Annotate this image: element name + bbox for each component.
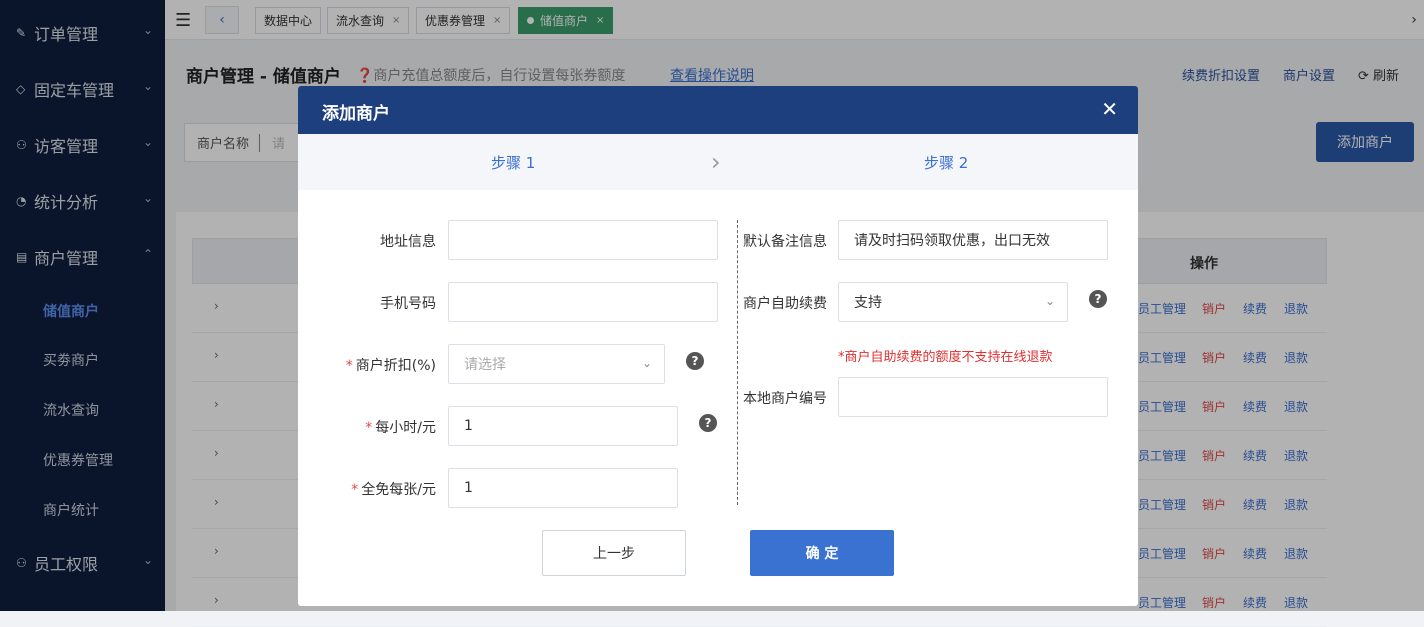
steps-bar: 步骤 1 › 步骤 2 [298, 134, 1138, 190]
hourly-label-text: 每小时/元 [375, 420, 436, 436]
close-icon[interactable]: ✕ [1101, 97, 1118, 121]
step-1[interactable]: 步骤 1 [491, 152, 535, 173]
free-per-ticket-input[interactable]: 1 [448, 468, 678, 508]
address-input[interactable] [448, 220, 718, 260]
add-merchant-dialog: 添加商户 ✕ 步骤 1 › 步骤 2 地址信息 手机号码 * 商户折扣(%) 请选… [298, 86, 1138, 606]
chevron-right-icon: › [711, 148, 721, 176]
discount-label: * 商户折扣(%) [318, 355, 436, 375]
required-mark: * [345, 358, 353, 374]
confirm-button[interactable]: 确 定 [750, 530, 894, 576]
phone-label: 手机号码 [380, 296, 436, 312]
help-icon[interactable]: ? [699, 414, 717, 432]
local-merchant-id-input[interactable] [838, 377, 1108, 417]
self-renewal-value: 支持 [854, 295, 882, 311]
address-label: 地址信息 [380, 234, 436, 250]
dialog-header: 添加商户 ✕ [298, 86, 1138, 134]
hourly-label: * 每小时/元 [318, 417, 436, 437]
required-mark: * [365, 420, 373, 436]
chevron-down-icon: ⌄ [1044, 294, 1055, 308]
column-divider [737, 220, 738, 505]
default-remark-label: 默认备注信息 [743, 234, 827, 250]
discount-placeholder: 请选择 [464, 357, 506, 373]
free-per-ticket-label: * 全免每张/元 [318, 479, 436, 499]
chevron-down-icon: ⌄ [641, 356, 652, 370]
previous-step-button[interactable]: 上一步 [542, 530, 686, 576]
discount-label-text: 商户折扣(%) [355, 358, 436, 374]
self-renewal-select[interactable]: 支持 ⌄ [838, 282, 1068, 322]
default-remark-input[interactable]: 请及时扫码领取优惠，出口无效 [838, 220, 1108, 260]
help-icon[interactable]: ? [1089, 290, 1107, 308]
help-icon[interactable]: ? [686, 352, 704, 370]
free-per-ticket-label-text: 全免每张/元 [361, 482, 436, 498]
self-renewal-warning: *商户自助续费的额度不支持在线退款 [838, 350, 1053, 365]
phone-input[interactable] [448, 282, 718, 322]
required-mark: * [351, 482, 359, 498]
dialog-title: 添加商户 [322, 104, 390, 124]
self-renewal-label: 商户自助续费 [743, 296, 827, 312]
step-2[interactable]: 步骤 2 [924, 152, 968, 173]
local-merchant-id-label: 本地商户编号 [743, 391, 827, 407]
hourly-rate-input[interactable]: 1 [448, 406, 678, 446]
discount-select[interactable]: 请选择 ⌄ [448, 344, 665, 384]
